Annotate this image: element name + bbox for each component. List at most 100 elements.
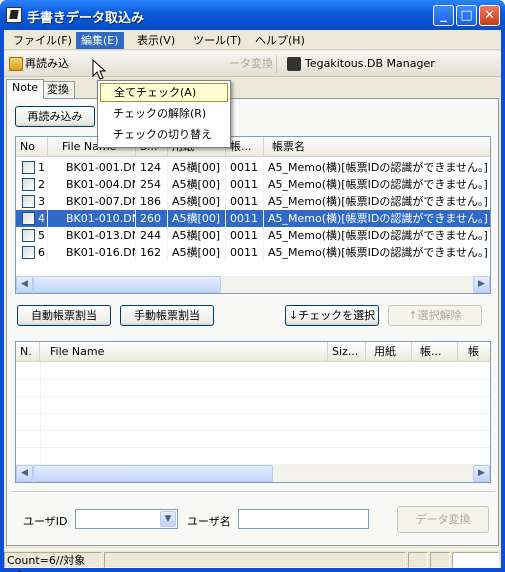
col-form-name[interactable]: 帳票名	[264, 137, 490, 157]
table-row[interactable]: 3 BK01-007.DNT186A5横[00]0011A5_Memo(横)[帳票…	[16, 193, 490, 210]
menu-tools[interactable]: ツール(T)	[188, 32, 246, 49]
cell-no: 1	[36, 159, 48, 176]
scroll2-right-button[interactable]: ▶	[473, 465, 490, 482]
menu-check-all[interactable]: 全てチェック(A)	[100, 83, 228, 102]
status-count: Count=6//対象=0	[4, 552, 102, 572]
col2-paper[interactable]: 用紙	[366, 342, 412, 362]
menu-toggle-check[interactable]: チェックの切り替え	[100, 125, 228, 144]
row-checkbox[interactable]	[22, 212, 35, 225]
db-manager-icon	[287, 57, 301, 71]
cell-form: 0011	[226, 176, 264, 193]
toolbar-reload-button[interactable]: 再読み込	[6, 54, 74, 74]
toolbar-db-manager-button[interactable]: Tegakitous.DB Manager	[282, 54, 440, 74]
tab-convert[interactable]: 変換	[41, 81, 75, 99]
maximize-icon: □	[460, 8, 473, 23]
empty-row-line	[16, 413, 490, 414]
toolbar-convert-label: ータ変換	[229, 57, 273, 70]
target-table-header: N. File Name Siz... 用紙 帳... 帳	[16, 342, 490, 362]
note-panel: 再読み込み No File Name S... 用紙 帳... 帳票名 1 BK0…	[6, 98, 499, 546]
convert-data-button[interactable]: データ変換	[397, 506, 489, 533]
file-table[interactable]: No File Name S... 用紙 帳... 帳票名 1 BK01-001.…	[15, 136, 491, 294]
minimize-button[interactable]: _	[433, 5, 454, 26]
app-icon[interactable]	[6, 7, 22, 23]
scroll-left-button[interactable]: ◀	[16, 276, 33, 293]
deselect-button[interactable]: ↑選択解除	[388, 305, 482, 326]
toolbar-convert-button[interactable]: ータ変換	[208, 54, 278, 74]
row-checkbox[interactable]	[22, 229, 35, 242]
cell-form: 0011	[226, 210, 264, 227]
cell-form: 0011	[226, 159, 264, 176]
scroll2-left-icon: ◀	[21, 468, 28, 478]
user-name-input[interactable]	[238, 509, 369, 529]
table-row[interactable]: 4 BK01-010.DNT260A5横[00]0011A5_Memo(横)[帳票…	[16, 210, 490, 227]
row-checkbox[interactable]	[22, 195, 35, 208]
status-bar: Count=6//対象=0	[4, 549, 501, 572]
select-checked-button[interactable]: ↓チェックを選択	[285, 305, 379, 326]
table-row[interactable]: 5 BK01-013.DNT244A5横[00]0011A5_Memo(横)[帳票…	[16, 227, 490, 244]
col2-form[interactable]: 帳...	[412, 342, 458, 362]
table-row[interactable]: 2 BK01-004.DNT254A5横[00]0011A5_Memo(横)[帳票…	[16, 176, 490, 193]
empty-row-line	[16, 447, 490, 448]
cell-size: 162	[136, 244, 168, 261]
col2-file-name[interactable]: File Name	[40, 342, 328, 362]
scroll-right-icon: ▶	[478, 279, 485, 289]
scroll2-left-button[interactable]: ◀	[16, 465, 33, 482]
cell-name: A5_Memo(横)[帳票IDの認識ができません。]	[264, 244, 490, 261]
scroll-thumb[interactable]	[33, 276, 221, 293]
menu-file[interactable]: ファイル(F)	[8, 32, 77, 49]
cell-name: A5_Memo(横)[帳票IDの認識ができません。]	[264, 193, 490, 210]
menu-uncheck[interactable]: チェックの解除(R)	[100, 104, 228, 123]
close-button[interactable]: ✕	[479, 5, 500, 26]
cell-file: BK01-010.DNT	[62, 210, 136, 227]
column-divider	[40, 362, 41, 465]
menu-view[interactable]: 表示(V)	[132, 32, 180, 49]
cell-file: BK01-016.DNT	[62, 244, 136, 261]
reload-button[interactable]: 再読み込み	[15, 106, 95, 127]
target-table[interactable]: N. File Name Siz... 用紙 帳... 帳 ◀ ▶	[15, 341, 491, 483]
scroll-left-icon: ◀	[21, 279, 28, 289]
cell-size: 124	[136, 159, 168, 176]
table-row[interactable]: 6 BK01-016.DNT162A5横[00]0011A5_Memo(横)[帳票…	[16, 244, 490, 261]
row-checkbox[interactable]	[22, 161, 35, 174]
col2-form-name[interactable]: 帳	[458, 342, 490, 362]
folder-icon	[9, 57, 23, 71]
auto-assign-button[interactable]: 自動帳票割当	[17, 305, 111, 326]
table-row[interactable]: 1 BK01-001.DNT124A5横[00]0011A5_Memo(横)[帳票…	[16, 159, 490, 176]
file-table-hscrollbar[interactable]: ◀ ▶	[16, 276, 490, 293]
cell-file: BK01-007.DNT	[62, 193, 136, 210]
cell-no: 5	[36, 227, 48, 244]
cell-paper: A5横[00]	[168, 244, 226, 261]
row-checkbox[interactable]	[22, 246, 35, 259]
chevron-down-icon[interactable]: ▼	[160, 511, 176, 527]
col2-size[interactable]: Siz...	[328, 342, 366, 362]
cell-paper: A5横[00]	[168, 159, 226, 176]
scroll2-thumb[interactable]	[33, 465, 273, 482]
status-progress	[452, 552, 499, 568]
col-form[interactable]: 帳...	[226, 137, 264, 157]
tab-note[interactable]: Note	[6, 79, 45, 99]
file-table-header: No File Name S... 用紙 帳... 帳票名	[16, 137, 490, 157]
menu-help[interactable]: ヘルプ(H)	[250, 32, 310, 49]
cell-file: BK01-001.DNT	[62, 159, 136, 176]
col2-no[interactable]: N.	[16, 342, 40, 362]
cell-paper: A5横[00]	[168, 193, 226, 210]
window-title: 手書きデータ取込み	[27, 11, 145, 26]
maximize-button[interactable]: □	[456, 5, 477, 26]
target-table-hscrollbar[interactable]: ◀ ▶	[16, 465, 490, 482]
cell-form: 0011	[226, 193, 264, 210]
cell-no: 2	[36, 176, 48, 193]
manual-assign-button[interactable]: 手動帳票割当	[120, 305, 214, 326]
cell-form: 0011	[226, 227, 264, 244]
scroll-right-button[interactable]: ▶	[473, 276, 490, 293]
cell-size: 186	[136, 193, 168, 210]
menu-edit[interactable]: 編集(E)	[76, 32, 124, 49]
user-id-combobox[interactable]: ▼	[75, 509, 178, 529]
cell-no: 4	[36, 210, 48, 227]
col-no[interactable]: No	[16, 137, 48, 157]
cell-size: 260	[136, 210, 168, 227]
status-panel-4	[430, 552, 450, 568]
empty-row-line	[16, 379, 490, 380]
row-checkbox[interactable]	[22, 178, 35, 191]
title-bar[interactable]: 手書きデータ取込み _ □ ✕	[0, 0, 505, 30]
menu-bar: ファイル(F) 編集(E) 表示(V) ツール(T) ヘルプ(H)	[4, 30, 501, 50]
